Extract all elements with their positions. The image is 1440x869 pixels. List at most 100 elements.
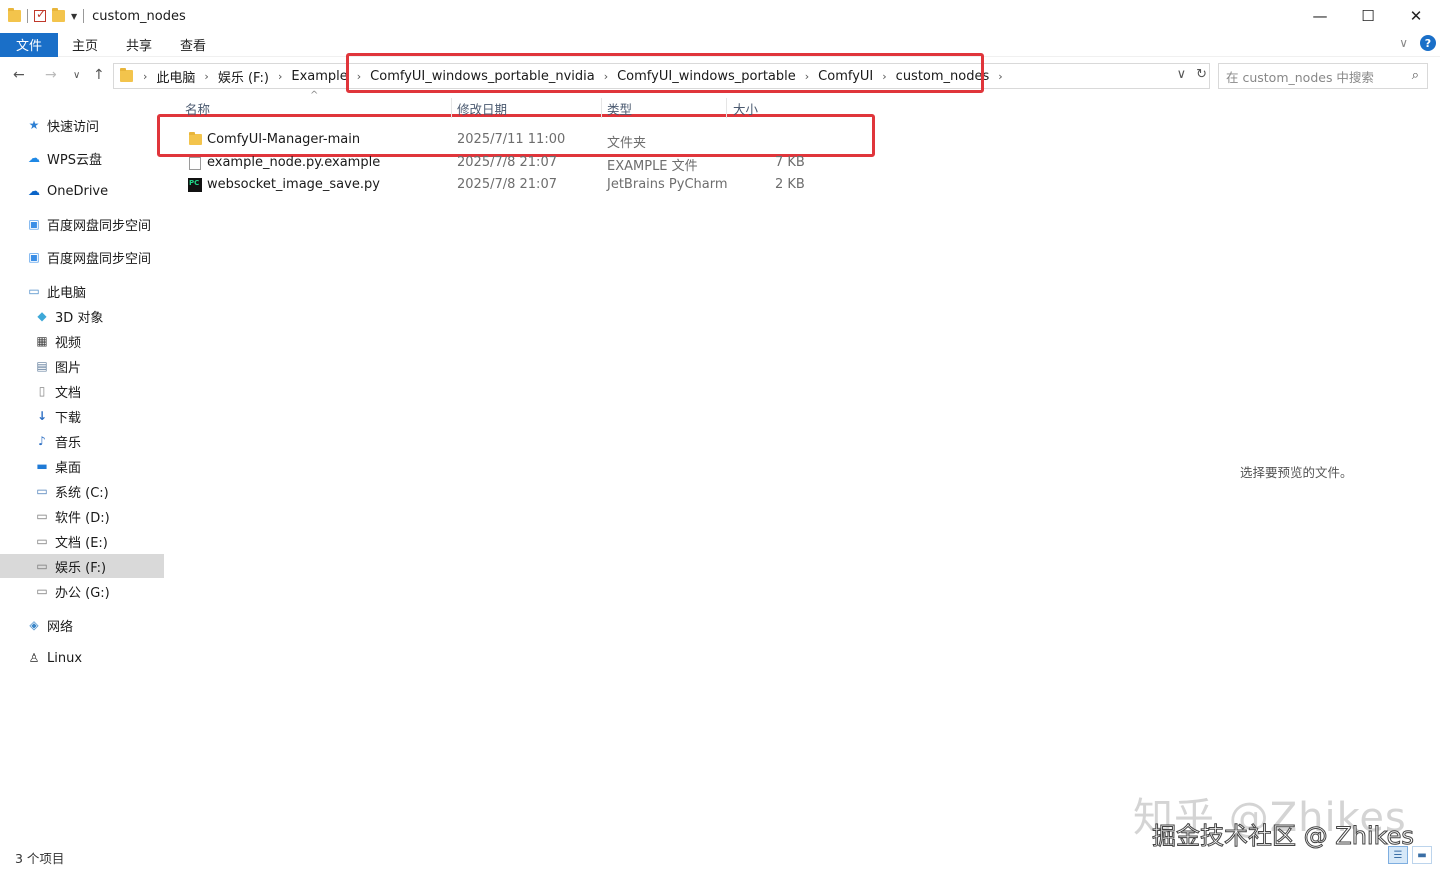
column-header-size[interactable]: 大小: [733, 99, 758, 117]
crumb-this-pc[interactable]: 此电脑: [151, 67, 200, 86]
up-button[interactable]: ↑: [93, 67, 105, 83]
sidebar-item-drive-f[interactable]: ▭ 娱乐 (F:): [0, 554, 164, 578]
sidebar-item-label: 图片: [55, 360, 82, 376]
sidebar-item-label: 百度网盘同步空间: [47, 251, 152, 267]
baidu-sync-icon: ▣: [28, 250, 40, 264]
sidebar-item-baidu-sync-2[interactable]: ▣ 百度网盘同步空间: [0, 245, 164, 269]
drive-icon: ▭: [36, 509, 48, 523]
column-divider[interactable]: [726, 98, 727, 118]
large-icons-view-icon[interactable]: ▬: [1412, 846, 1432, 864]
close-button[interactable]: ✕: [1392, 0, 1440, 32]
sidebar-item-label: 软件 (D:): [55, 510, 110, 526]
toolbar-divider: [83, 9, 85, 23]
recent-locations-button[interactable]: ∨: [73, 70, 80, 81]
properties-icon[interactable]: [34, 7, 46, 22]
file-row[interactable]: ComfyUI-Manager-main 2025/7/11 11:00 文件夹: [0, 129, 900, 151]
crumb-separator[interactable]: ›: [274, 70, 286, 83]
file-name: websocket_image_save.py: [207, 177, 380, 192]
customize-toolbar-icon[interactable]: ▼: [71, 12, 77, 21]
sidebar-item-linux[interactable]: ♙ Linux: [0, 646, 164, 670]
system-drive-icon: ▭: [36, 484, 48, 498]
document-icon: ▯: [38, 384, 46, 398]
crumb-separator[interactable]: ›: [200, 70, 212, 83]
sidebar-item-drive-d[interactable]: ▭ 软件 (D:): [0, 504, 164, 528]
file-row[interactable]: example_node.py.example 2025/7/8 21:07 E…: [0, 152, 900, 174]
tab-share[interactable]: 共享: [112, 33, 166, 57]
tab-home[interactable]: 主页: [58, 33, 112, 57]
sidebar-item-label: 视频: [55, 335, 82, 351]
status-item-count: 3 个项目: [15, 851, 65, 866]
crumb-drive-f[interactable]: 娱乐 (F:): [213, 67, 274, 86]
sidebar-item-documents[interactable]: ▯ 文档: [0, 379, 164, 403]
column-header-type[interactable]: 类型: [607, 99, 632, 117]
sidebar-item-drive-c[interactable]: ▭ 系统 (C:): [0, 479, 164, 503]
ribbon-right-controls: ∨ ?: [1399, 35, 1436, 51]
search-icon[interactable]: ⌕: [1412, 68, 1419, 83]
column-divider[interactable]: [601, 98, 602, 118]
window-controls: — ☐ ✕: [1296, 0, 1440, 32]
file-type: JetBrains PyCharm: [607, 177, 728, 192]
file-size: 2 KB: [775, 177, 805, 192]
sidebar-item-videos[interactable]: ▦ 视频: [0, 329, 164, 353]
sidebar-item-network[interactable]: ◈ 网络: [0, 613, 164, 637]
folder-icon: [8, 8, 21, 22]
film-icon: ▦: [36, 334, 48, 348]
drive-icon: ▭: [36, 584, 48, 598]
sidebar-item-drive-e[interactable]: ▭ 文档 (E:): [0, 529, 164, 553]
new-folder-icon[interactable]: [52, 8, 65, 22]
details-view-icon[interactable]: ☰: [1388, 846, 1408, 864]
sidebar-item-desktop[interactable]: ▬ 桌面: [0, 454, 164, 478]
sidebar-item-label: 办公 (G:): [55, 585, 110, 601]
file-modified: 2025/7/11 11:00: [457, 132, 566, 147]
desktop-icon: ▬: [36, 459, 48, 473]
sidebar-item-3d-objects[interactable]: ◆ 3D 对象: [0, 304, 164, 328]
help-icon[interactable]: ?: [1420, 35, 1436, 51]
sidebar-item-baidu-sync-1[interactable]: ▣ 百度网盘同步空间: [0, 212, 164, 236]
toolbar-divider: [27, 9, 28, 23]
sidebar-item-label: 下载: [55, 410, 82, 426]
file-size: 7 KB: [775, 155, 805, 170]
sidebar-item-label: 音乐: [55, 435, 82, 451]
title-bar: ▼ custom_nodes — ☐ ✕: [0, 0, 1440, 32]
sidebar-item-this-pc[interactable]: ▭ 此电脑: [0, 279, 164, 303]
sidebar-item-label: 文档: [55, 385, 82, 401]
address-bar-actions: ∨ ↻: [1177, 67, 1207, 82]
computer-icon: ▭: [28, 284, 40, 298]
location-folder-icon: [120, 68, 133, 82]
refresh-icon[interactable]: ↻: [1196, 67, 1207, 82]
preview-pane-message: 选择要预览的文件。: [1240, 465, 1353, 480]
expand-ribbon-icon[interactable]: ∨: [1399, 36, 1408, 50]
sidebar-item-downloads[interactable]: ↓ 下载: [0, 404, 164, 428]
download-icon: ↓: [36, 409, 48, 423]
address-dropdown-icon[interactable]: ∨: [1177, 67, 1187, 82]
sort-caret-icon: ^: [310, 90, 319, 101]
crumb-separator[interactable]: ›: [139, 70, 151, 83]
column-header-modified[interactable]: 修改日期: [457, 99, 507, 117]
minimize-button[interactable]: —: [1296, 0, 1344, 32]
forward-button[interactable]: →: [45, 67, 57, 83]
baidu-sync-icon: ▣: [28, 217, 40, 231]
watermark-juejin: 掘金技术社区 @ Zhikes: [1152, 822, 1415, 851]
file-modified: 2025/7/8 21:07: [457, 155, 557, 170]
tab-file[interactable]: 文件: [0, 32, 59, 57]
blank-file-icon: [189, 157, 201, 170]
crumb-separator[interactable]: ›: [994, 70, 1006, 83]
maximize-button[interactable]: ☐: [1344, 0, 1392, 32]
drive-icon: ▭: [36, 534, 48, 548]
column-divider[interactable]: [451, 98, 452, 118]
file-modified: 2025/7/8 21:07: [457, 177, 557, 192]
sidebar-item-label: 娱乐 (F:): [55, 560, 107, 576]
sidebar-item-pictures[interactable]: ▤ 图片: [0, 354, 164, 378]
crumb-example[interactable]: Example: [286, 69, 352, 84]
search-placeholder: 在 custom_nodes 中搜索: [1226, 69, 1374, 85]
tab-view[interactable]: 查看: [166, 33, 220, 57]
file-type: 文件夹: [607, 136, 647, 151]
sidebar-item-music[interactable]: ♪ 音乐: [0, 429, 164, 453]
file-row[interactable]: PC websocket_image_save.py 2025/7/8 21:0…: [0, 174, 900, 196]
back-button[interactable]: ←: [13, 67, 25, 83]
sidebar-item-drive-g[interactable]: ▭ 办公 (G:): [0, 579, 164, 603]
search-input[interactable]: 在 custom_nodes 中搜索 ⌕: [1218, 63, 1428, 89]
column-header-name[interactable]: 名称: [185, 99, 210, 117]
quick-access-toolbar: ▼: [0, 7, 85, 23]
sidebar-item-label: 百度网盘同步空间: [47, 218, 152, 234]
